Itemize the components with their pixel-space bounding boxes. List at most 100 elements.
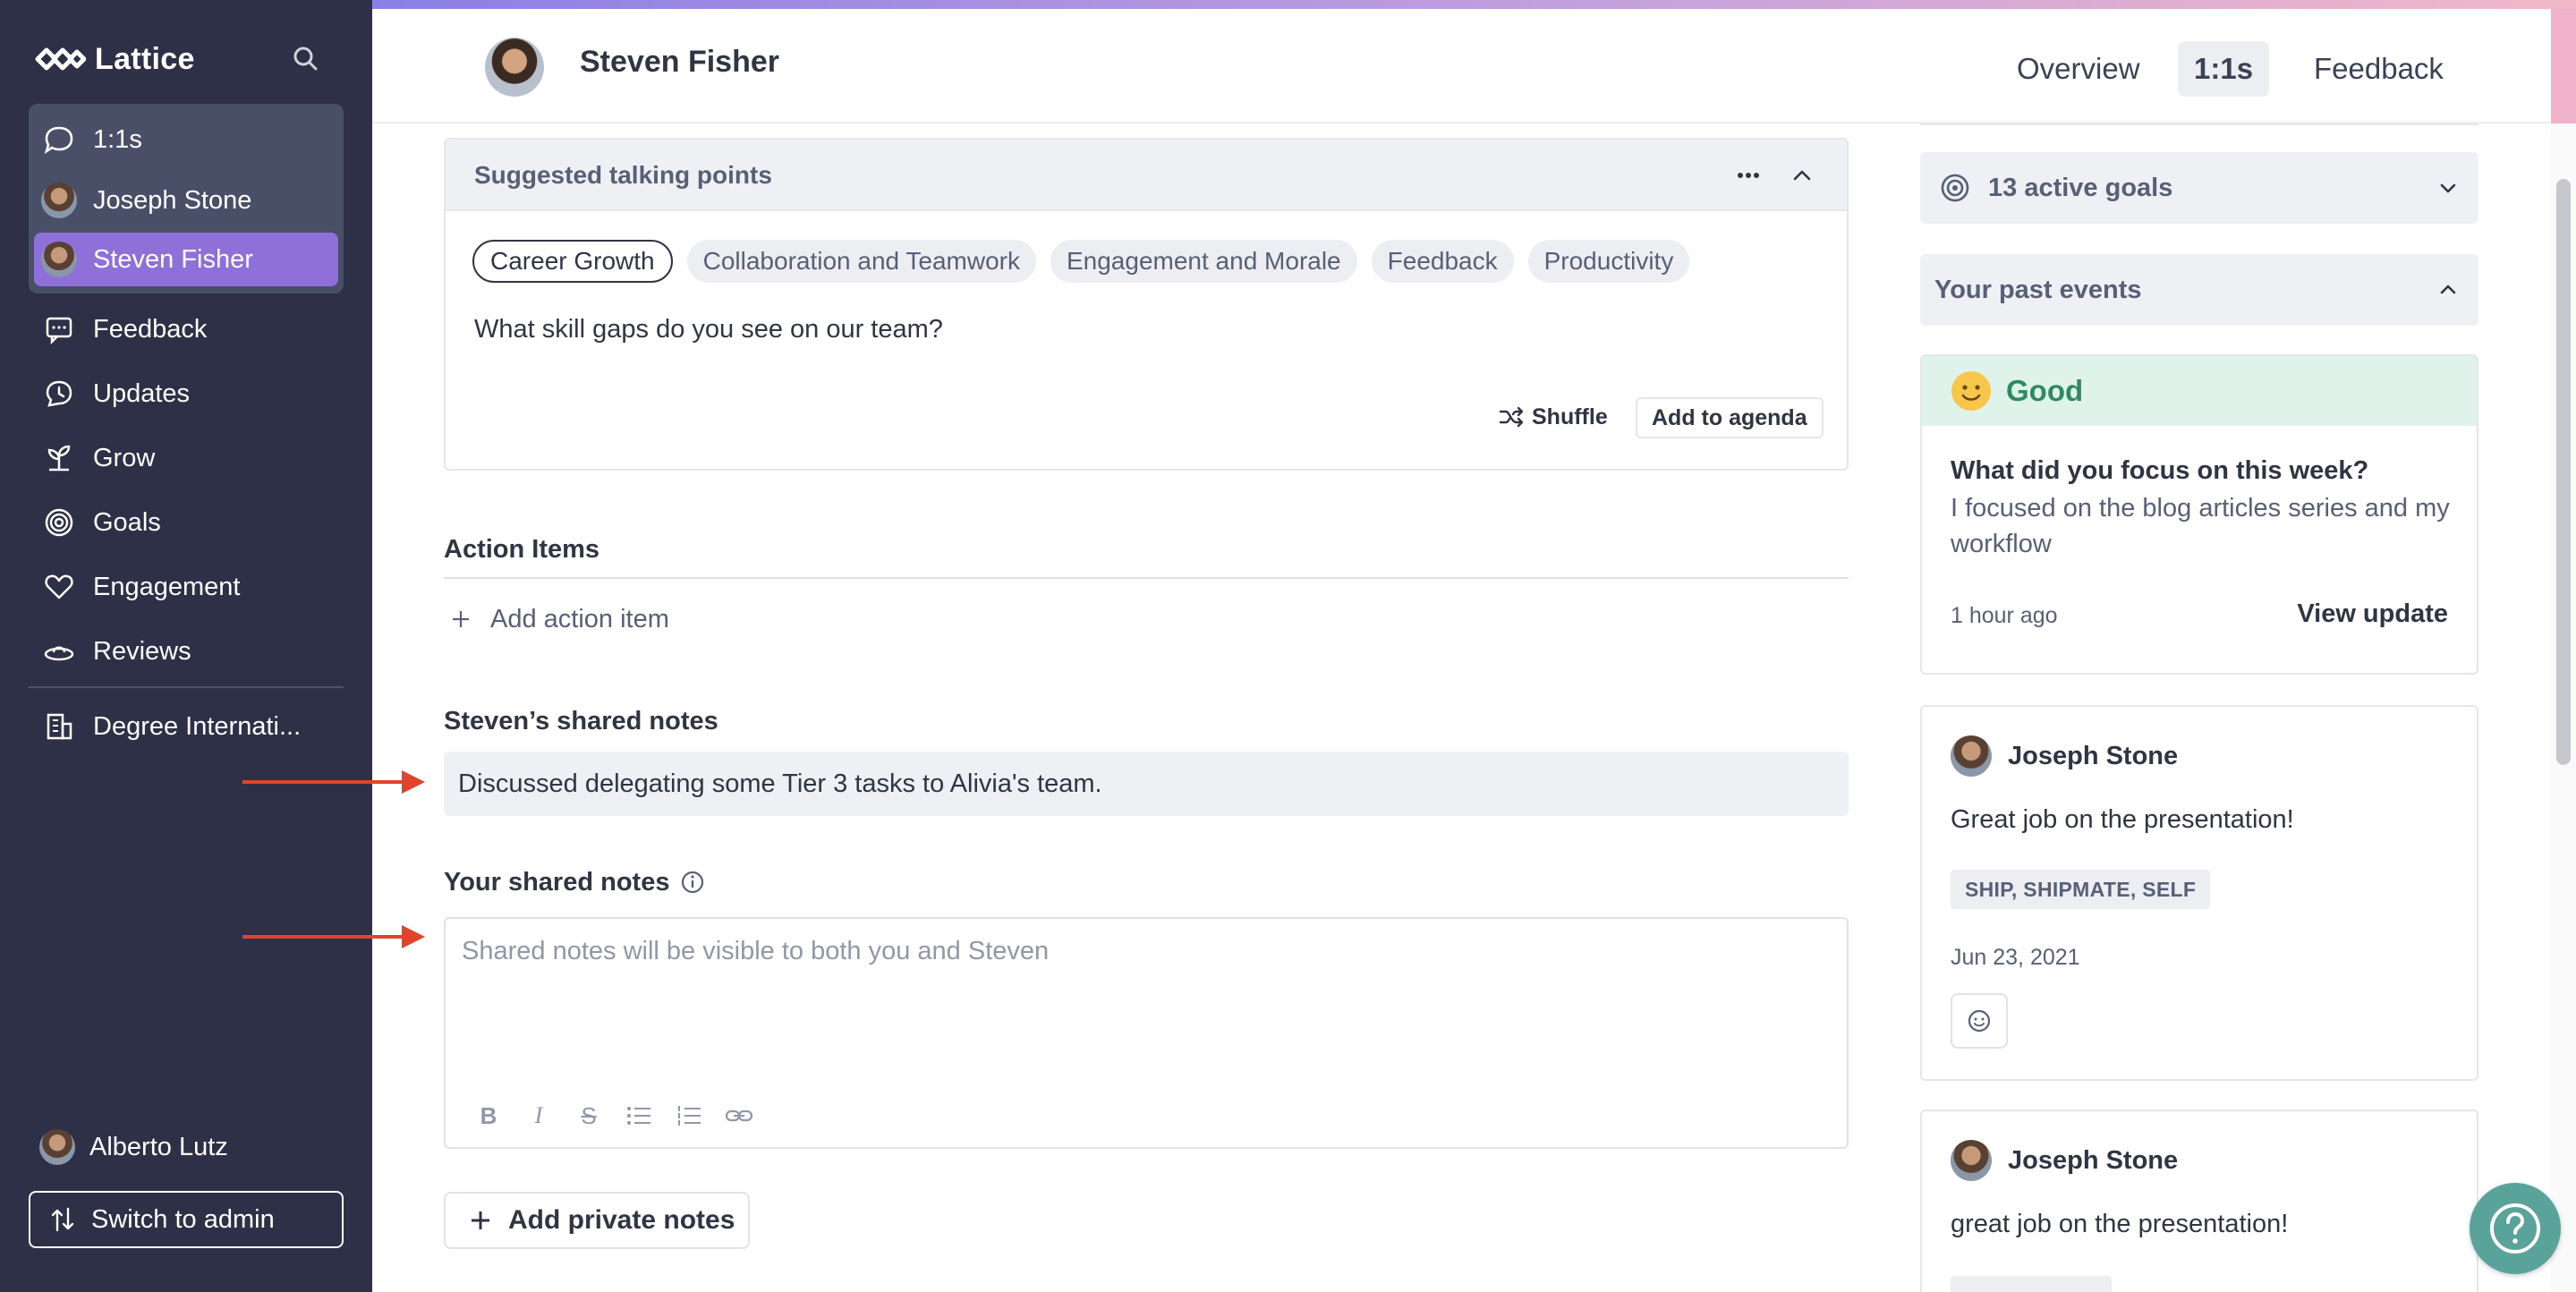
info-icon[interactable] <box>678 868 707 897</box>
lattice-logo[interactable]: Lattice <box>34 39 195 79</box>
smiley-face-icon <box>1951 371 1991 411</box>
tab-overview[interactable]: Overview <box>2001 41 2156 97</box>
avatar <box>485 38 544 97</box>
sidebar-item-label: Grow <box>93 443 156 472</box>
switch-label: Switch to admin <box>91 1204 275 1234</box>
switch-icon <box>51 1207 74 1232</box>
update-answer: I focused on the blog articles series an… <box>1951 494 2450 558</box>
plus-icon <box>472 1211 489 1229</box>
sidebar-item-org[interactable]: Degree Internati... <box>29 700 344 753</box>
sidebar-item-joseph-stone[interactable]: Joseph Stone <box>29 174 344 227</box>
plus-icon <box>453 611 469 627</box>
annotation-arrow <box>242 770 425 794</box>
feedback-card: Joseph Stone great job on the presentati… <box>1920 1109 2478 1292</box>
chat-bubble-icon <box>39 120 79 159</box>
author-name: Joseph Stone <box>2008 1145 2179 1175</box>
feedback-icon <box>39 310 79 349</box>
action-items-title: Action Items <box>444 535 600 564</box>
sidebar-item-steven-fisher[interactable]: Steven Fisher <box>34 233 338 286</box>
numbered-list-button[interactable] <box>673 1100 705 1132</box>
talking-points-header: Suggested talking points <box>446 140 1847 211</box>
sidebar-item-label: Joseph Stone <box>93 185 252 215</box>
chip-collaboration[interactable]: Collaboration and Teamwork <box>686 240 1036 283</box>
avatar <box>39 1129 75 1165</box>
feedback-text: Great job on the presentation! <box>1951 805 2294 834</box>
search-icon[interactable] <box>288 41 324 77</box>
update-card: Good What did you focus on this week? I … <box>1920 354 2478 675</box>
italic-button[interactable]: I <box>523 1100 555 1132</box>
shuffle-label: Shuffle <box>1532 404 1608 429</box>
chip-engagement[interactable]: Engagement and Morale <box>1050 240 1357 283</box>
tab-feedback[interactable]: Feedback <box>2298 41 2460 97</box>
shuffle-button[interactable]: Shuffle <box>1498 397 1608 437</box>
chip-career-growth[interactable]: Career Growth <box>472 240 673 283</box>
add-private-notes-label: Add private notes <box>508 1205 735 1235</box>
help-button[interactable] <box>2470 1183 2561 1274</box>
sidebar-item-grow[interactable]: Grow <box>29 431 344 485</box>
bold-button[interactable]: B <box>472 1100 505 1132</box>
current-user[interactable]: Alberto Lutz <box>29 1122 228 1172</box>
update-timestamp: 1 hour ago <box>1951 603 2058 628</box>
avatar <box>1951 735 1992 777</box>
chevron-down-icon <box>2440 183 2456 193</box>
sidebar-item-label: Goals <box>93 507 161 537</box>
add-private-notes-button[interactable]: Add private notes <box>444 1192 750 1249</box>
feedback-card: Joseph Stone Great job on the presentati… <box>1920 705 2478 1081</box>
building-icon <box>39 707 79 746</box>
active-goals-toggle[interactable]: 13 active goals <box>1920 152 2478 224</box>
scrollbar-thumb[interactable] <box>2556 179 2571 765</box>
grow-icon <box>39 438 79 478</box>
feedback-date: Jun 23, 2021 <box>1951 945 2080 970</box>
add-action-item-button[interactable]: Add action item <box>444 599 669 639</box>
sidebar-item-label: Reviews <box>93 636 191 666</box>
chip-productivity[interactable]: Productivity <box>1527 240 1690 283</box>
view-update-link[interactable]: View update <box>2297 599 2448 629</box>
active-goals-label: 13 active goals <box>1988 173 2173 202</box>
tab-oneonones[interactable]: 1:1s <box>2178 41 2270 97</box>
author-name: Joseph Stone <box>2008 741 2179 770</box>
update-question: What did you focus on this week? <box>1951 456 2369 485</box>
sidebar-item-label: Updates <box>93 378 191 408</box>
mood-label: Good <box>2006 374 2084 407</box>
target-icon <box>1941 174 1969 202</box>
value-tag: SHIP, SHIPMATE, SELF <box>1951 870 2211 909</box>
shared-notes-editor[interactable]: Shared notes will be visible to both you… <box>444 917 1849 1149</box>
user-name: Alberto Lutz <box>89 1132 228 1161</box>
avatar <box>1951 1140 1992 1181</box>
value-tag <box>1951 1276 2112 1292</box>
sidebar-item-updates[interactable]: Updates <box>29 367 344 421</box>
divider <box>444 577 1849 579</box>
divider <box>1920 123 2478 125</box>
feedback-author: Joseph Stone <box>1951 735 2178 777</box>
annotation-arrow <box>242 925 425 948</box>
link-button[interactable] <box>723 1100 755 1132</box>
feedback-text: great job on the presentation! <box>1951 1210 2289 1238</box>
sidebar-item-goals[interactable]: Goals <box>29 496 344 549</box>
chip-feedback[interactable]: Feedback <box>1371 240 1514 283</box>
strikethrough-button[interactable]: S <box>573 1100 605 1132</box>
updates-icon <box>39 374 79 413</box>
format-toolbar: B I S <box>472 1100 755 1132</box>
more-options-icon[interactable] <box>1730 157 1766 193</box>
past-events-header[interactable]: Your past events <box>1920 254 2478 326</box>
heart-icon <box>39 567 79 607</box>
add-reaction-button[interactable] <box>1951 993 2008 1049</box>
avatar <box>41 242 77 277</box>
talking-points-title: Suggested talking points <box>474 161 772 189</box>
sidebar-item-engagement[interactable]: Engagement <box>29 560 344 614</box>
steven-notes-title: Steven’s shared notes <box>444 707 718 735</box>
sidebar-item-oneonones[interactable]: 1:1s <box>29 113 344 166</box>
past-events-title: Your past events <box>1934 275 2142 304</box>
chevron-up-icon[interactable] <box>1784 157 1820 193</box>
your-notes-title: Your shared notes <box>444 868 670 897</box>
sidebar-item-label: 1:1s <box>93 124 142 154</box>
add-to-agenda-button[interactable]: Add to agenda <box>1636 397 1824 438</box>
oneonones-group: 1:1s Joseph Stone Steven Fisher <box>29 104 344 293</box>
sidebar: Lattice 1:1s Joseph Stone Steven Fisher … <box>0 0 372 1292</box>
sidebar-item-reviews[interactable]: Reviews <box>29 625 344 678</box>
sidebar-item-feedback[interactable]: Feedback <box>29 302 344 356</box>
link-icon <box>725 1109 753 1122</box>
mood-banner: Good <box>1922 356 2477 426</box>
bullet-list-button[interactable] <box>623 1100 655 1132</box>
switch-to-admin-button[interactable]: Switch to admin <box>29 1191 344 1248</box>
